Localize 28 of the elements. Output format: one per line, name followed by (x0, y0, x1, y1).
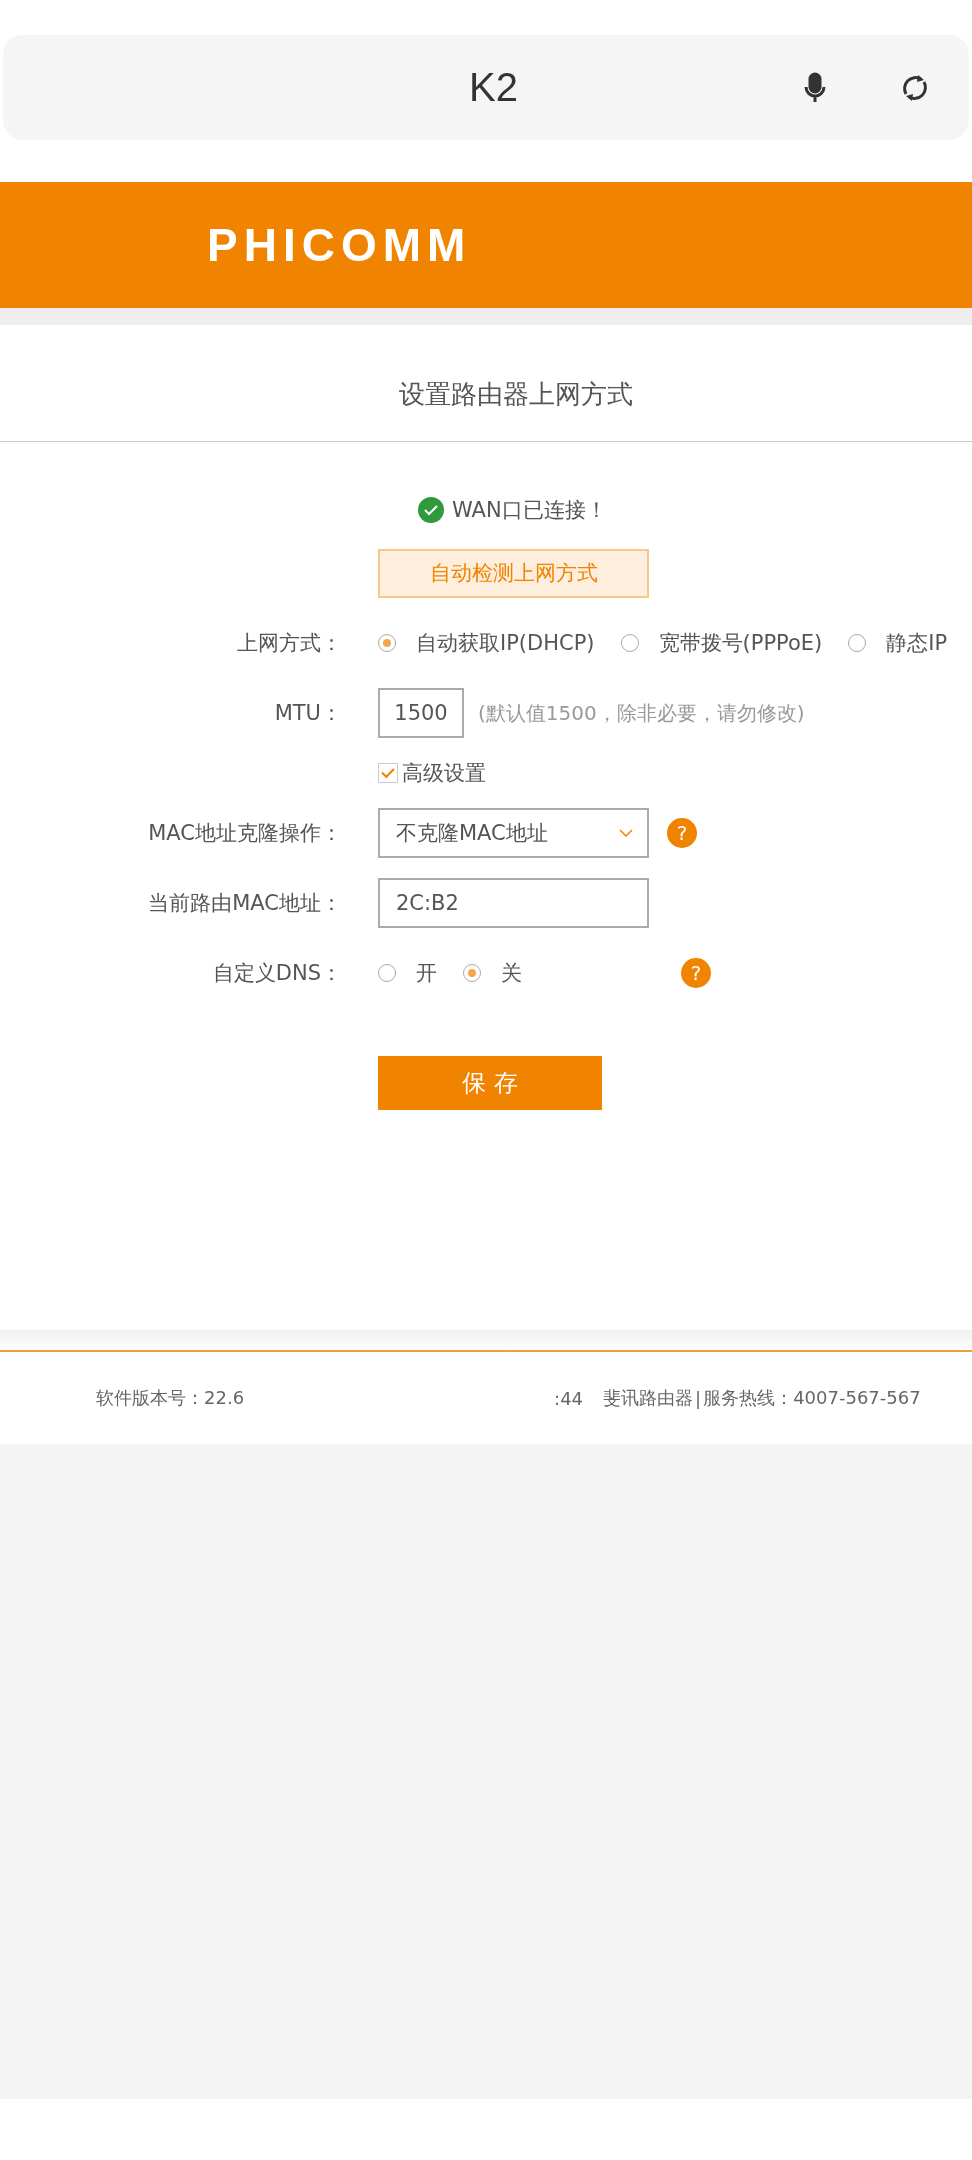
address-text[interactable]: K2 (469, 65, 518, 110)
hint-text: (默认值1500，除非必要，请勿修改) (478, 699, 805, 727)
field-label: MAC地址克隆操作： (147, 820, 342, 847)
radio-label[interactable]: 开 (416, 959, 437, 987)
field-label: MTU： (273, 700, 342, 727)
page-title: 设置路由器上网方式 (0, 325, 972, 442)
wan-status-text: WAN口已连接！ (452, 497, 607, 524)
field-label: 上网方式： (236, 630, 342, 657)
field-label: 自定义DNS： (211, 960, 342, 987)
brand-text: 斐讯路由器 (603, 1386, 694, 1410)
mac-address-input[interactable]: 2C:B2 (378, 878, 649, 928)
version-text: 软件版本号：22.6 (96, 1386, 245, 1410)
build-time-text: :44 (554, 1387, 584, 1409)
microphone-icon[interactable] (803, 71, 827, 104)
radio-label[interactable]: 关 (501, 959, 522, 987)
mtu-input[interactable]: 1500 (378, 688, 464, 738)
logo-text: PHICOMM (207, 218, 472, 272)
field-label: 当前路由MAC地址： (147, 890, 342, 917)
radio-label[interactable]: 静态IP (886, 629, 948, 657)
radio-label[interactable]: 自动获取IP(DHCP) (416, 629, 595, 657)
caret-icon[interactable] (619, 829, 633, 837)
hotline-text: 服务热线：4007-567-567 (703, 1386, 921, 1410)
radio-label[interactable]: 宽带拨号(PPPoE) (658, 629, 823, 657)
address-bar[interactable]: K2 (3, 35, 969, 140)
checkbox[interactable] (378, 763, 398, 783)
checkbox-label[interactable]: 高级设置 (402, 759, 486, 787)
separator-text: | (695, 1387, 702, 1409)
mac-clone-dropdown[interactable]: 不克隆MAC地址 (378, 808, 649, 858)
